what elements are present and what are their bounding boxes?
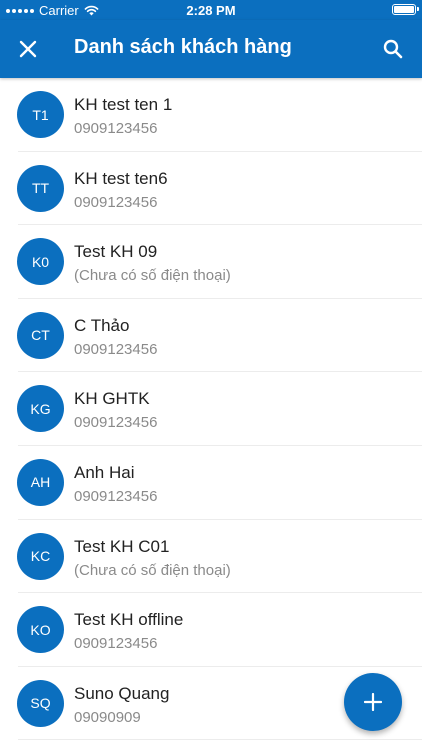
status-time: 2:28 PM [186, 3, 236, 18]
customer-phone: 0909123456 [74, 193, 158, 211]
customer-name: Suno Quang [74, 683, 170, 703]
avatar: K0 [17, 238, 64, 286]
list-item[interactable]: K0 Test KH 09 (Chưa có số điện thoại) [0, 225, 422, 299]
customer-phone: 0909123456 [74, 487, 158, 505]
customer-phone: 09090909 [74, 708, 141, 726]
customer-phone: 0909123456 [74, 414, 158, 432]
add-customer-button[interactable] [344, 673, 402, 731]
customer-phone: 0909123456 [74, 635, 158, 653]
customer-name: C Thảo [74, 315, 130, 335]
customer-name: KH test ten6 [74, 168, 168, 188]
customer-name: Test KH C01 [74, 536, 170, 556]
search-icon [383, 39, 403, 59]
avatar: T1 [17, 91, 64, 138]
avatar: SQ [17, 679, 64, 727]
status-bar: Carrier 2:28 PM [0, 0, 422, 20]
list-item[interactable]: KC Test KH C01 (Chưa có số điện thoại) [0, 520, 422, 594]
avatar: TT [17, 164, 64, 212]
customer-list: T1 KH test ten 1 0909123456 TT KH test t… [0, 78, 422, 740]
customer-name: KH test ten 1 [74, 95, 173, 114]
avatar: AH [17, 458, 64, 506]
list-item[interactable]: AH Anh Hai 0909123456 [0, 446, 422, 520]
customer-phone: (Chưa có số điện thoại) [74, 561, 231, 579]
list-item[interactable]: T1 KH test ten 1 0909123456 [0, 78, 422, 152]
avatar: KC [17, 532, 64, 580]
customer-name: Test KH 09 [74, 242, 158, 262]
list-item[interactable]: KG KH GHTK 0909123456 [0, 372, 422, 446]
search-button[interactable] [373, 29, 413, 69]
plus-icon [364, 693, 382, 711]
avatar: KO [17, 606, 64, 654]
customer-name: Test KH offline [74, 610, 184, 630]
avatar: KG [17, 385, 64, 433]
customer-name: KH GHTK [74, 389, 150, 409]
close-icon [19, 40, 37, 58]
customer-phone: (Chưa có số điện thoại) [74, 267, 231, 285]
battery-icon [392, 4, 419, 15]
close-button[interactable] [8, 29, 48, 69]
customer-name: Anh Hai [74, 462, 135, 482]
list-item[interactable]: KO Test KH offline 0909123456 [0, 593, 422, 667]
list-item[interactable]: TT KH test ten6 0909123456 [0, 152, 422, 226]
app-bar: Danh sách khách hàng [0, 20, 422, 78]
customer-phone: 0909123456 [74, 120, 158, 137]
page-title: Danh sách khách hàng [74, 36, 292, 58]
list-item[interactable]: CT C Thảo 0909123456 [0, 299, 422, 373]
customer-phone: 0909123456 [74, 340, 158, 358]
avatar: CT [17, 311, 64, 359]
